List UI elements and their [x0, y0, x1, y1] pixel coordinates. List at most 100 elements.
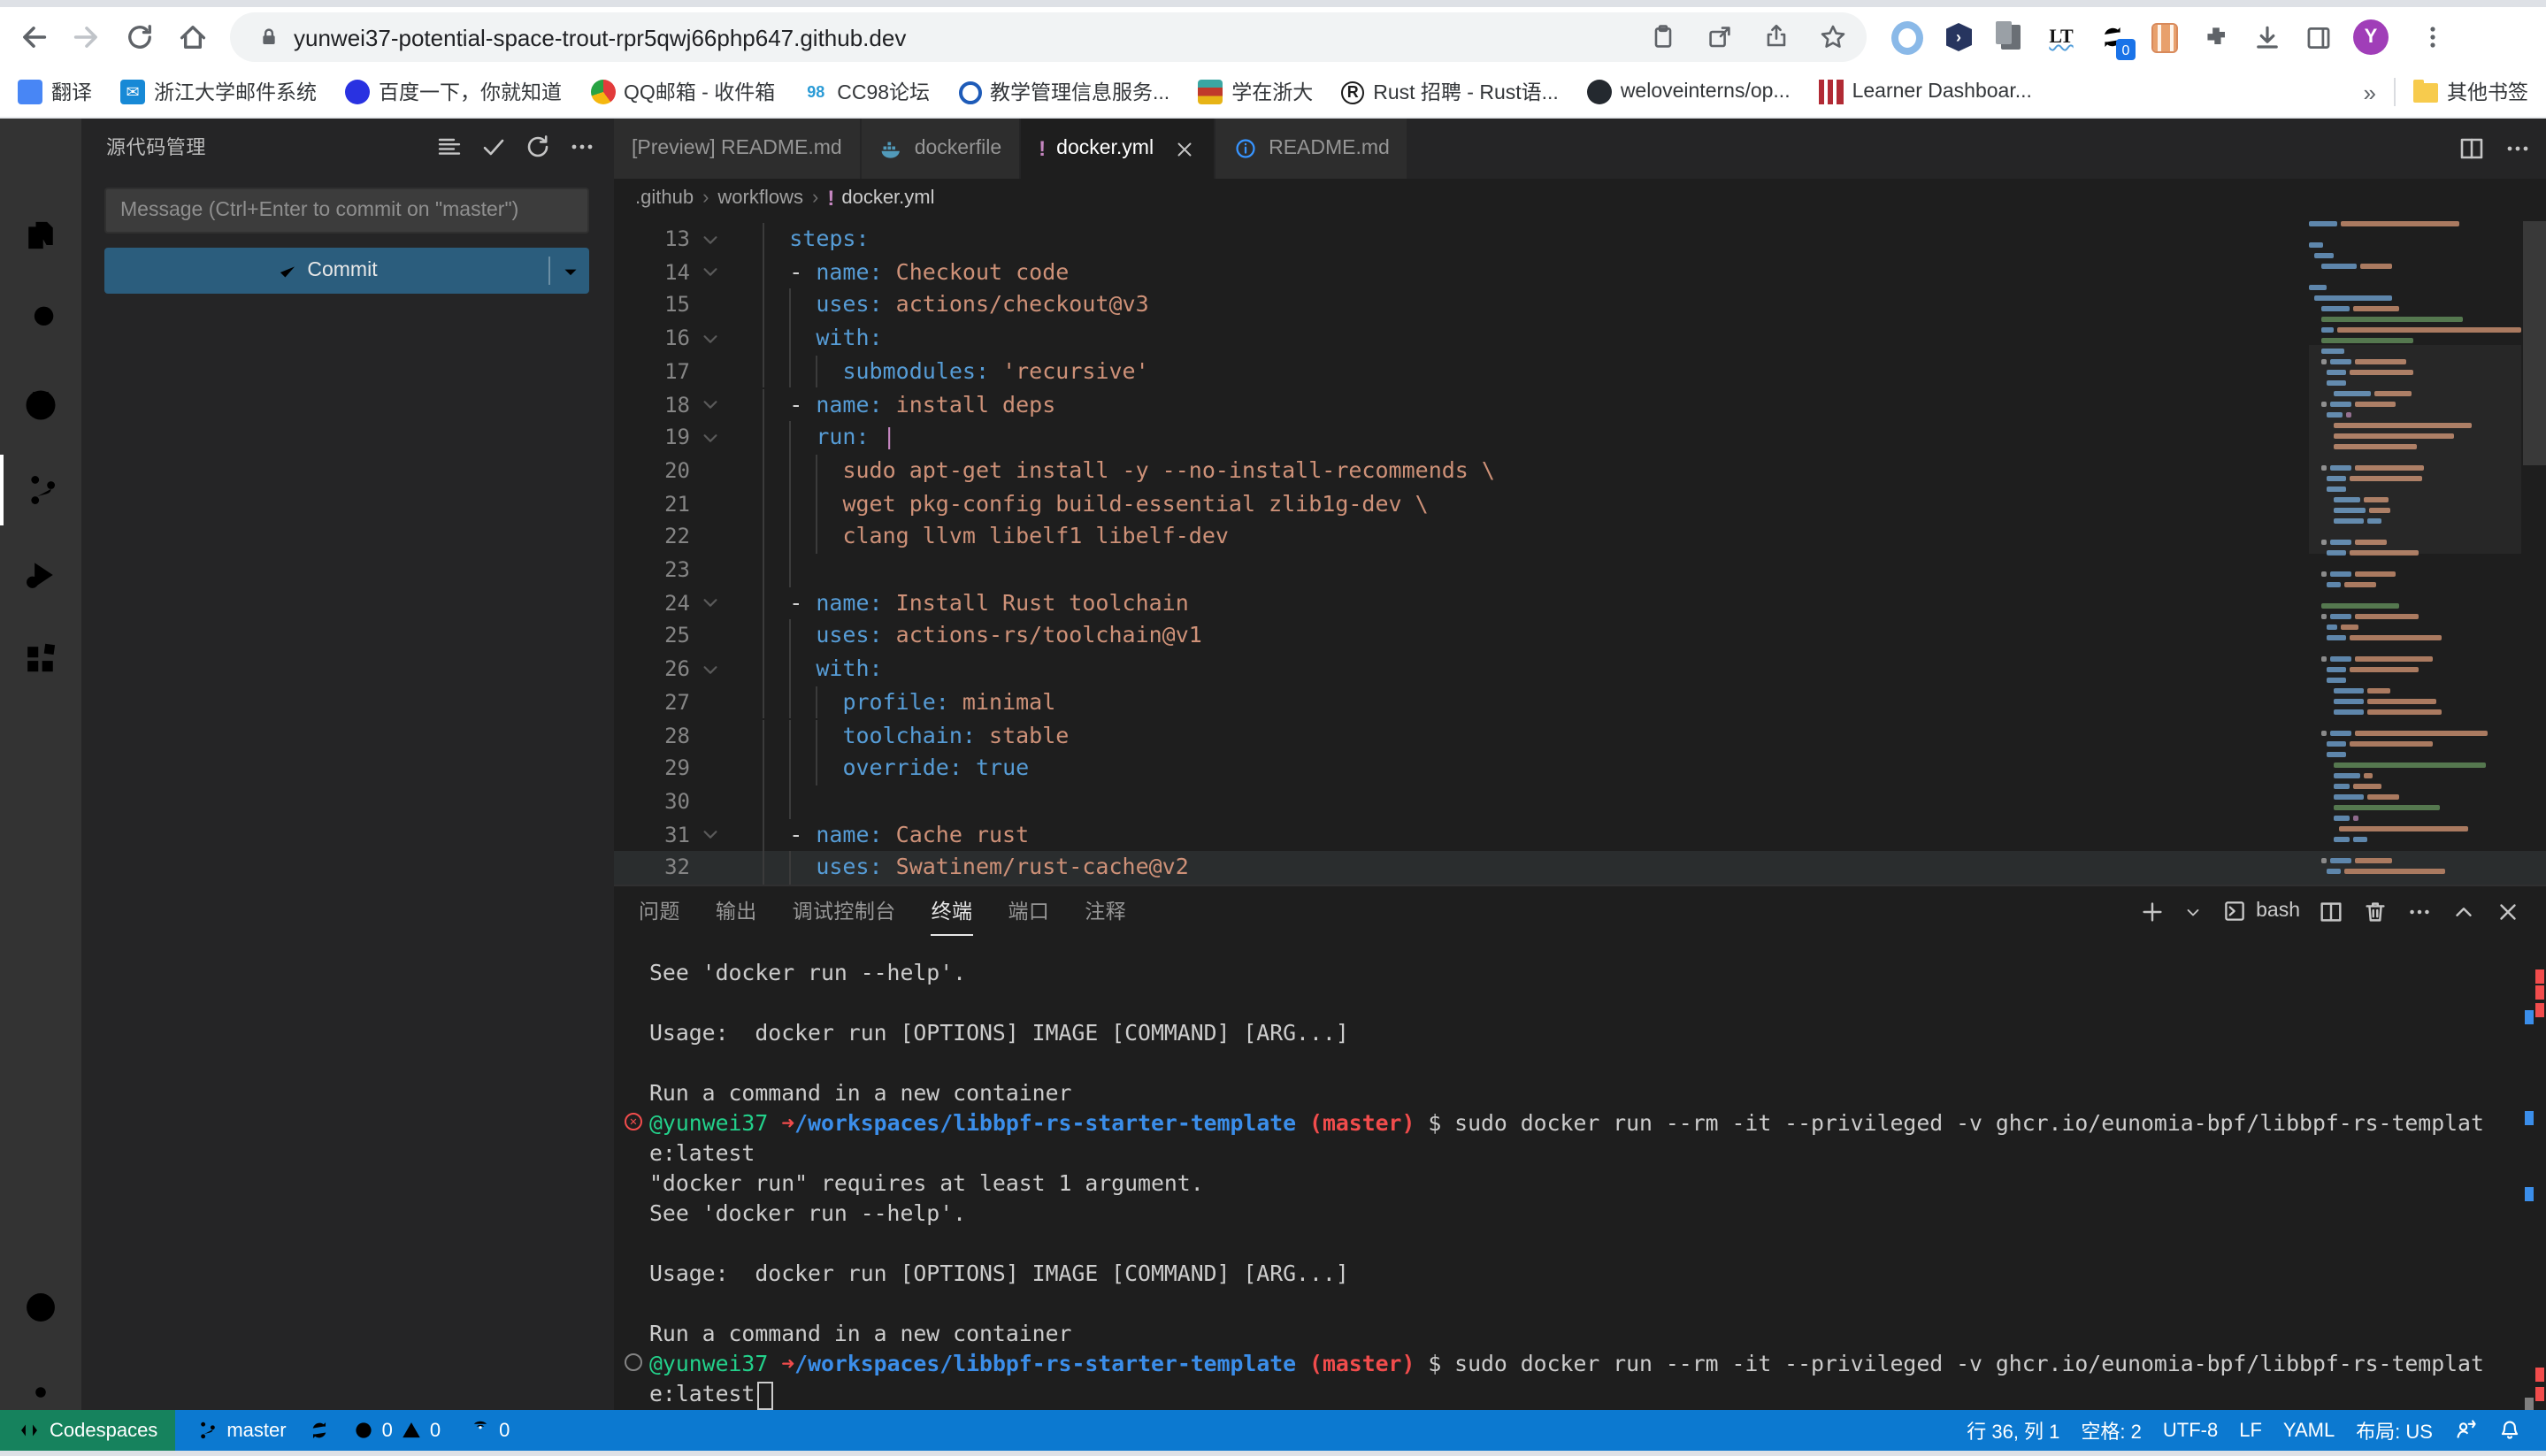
- fold-chevron-icon[interactable]: [699, 824, 720, 845]
- panel-tab-端口[interactable]: 端口: [1008, 886, 1049, 936]
- status-item[interactable]: 空格: 2: [2070, 1410, 2151, 1451]
- tab-readme-md[interactable]: README.md: [1215, 119, 1409, 179]
- bookmark-item[interactable]: 98CC98论坛: [803, 78, 930, 106]
- bookmark-item[interactable]: weloveinterns/op...: [1587, 80, 1791, 104]
- close-panel-icon[interactable]: [2495, 898, 2521, 924]
- breadcrumb[interactable]: .github›workflows› ! docker.yml: [614, 179, 2546, 218]
- reload-icon[interactable]: [120, 18, 159, 57]
- run-debug-icon[interactable]: [0, 540, 81, 610]
- code-line[interactable]: 21 wget pkg-config build-essential zlib1…: [614, 487, 2546, 520]
- code-line[interactable]: 14 - name: Checkout code: [614, 256, 2546, 288]
- commit-check-icon[interactable]: [479, 133, 508, 161]
- bookmark-item[interactable]: 百度一下，你就知道: [345, 78, 562, 106]
- bookmark-item[interactable]: 翻译: [18, 78, 92, 106]
- fold-chevron-icon[interactable]: [699, 228, 720, 249]
- panel-tab-注释[interactable]: 注释: [1085, 886, 1126, 936]
- code-line[interactable]: 29 override: true: [614, 752, 2546, 785]
- shell-selector[interactable]: bash: [2220, 898, 2300, 924]
- open-in-new-icon[interactable]: [1704, 21, 1736, 53]
- languagetool-extension-icon[interactable]: LT: [2045, 21, 2077, 53]
- bookmark-item[interactable]: QQ邮箱 - 收件箱: [590, 78, 775, 106]
- commit-dropdown-chevron[interactable]: [550, 259, 589, 282]
- status-item[interactable]: 布局: US: [2345, 1410, 2443, 1451]
- panel-tab-问题[interactable]: 问题: [639, 886, 680, 936]
- maximize-panel-icon[interactable]: [2450, 898, 2477, 924]
- fold-chevron-icon[interactable]: [699, 327, 720, 349]
- menu-icon[interactable]: [0, 126, 81, 196]
- clipboard-icon[interactable]: [1647, 21, 1679, 53]
- notifications-bell-icon[interactable]: [2488, 1410, 2532, 1451]
- view-as-list-icon[interactable]: [435, 133, 464, 161]
- lock-icon[interactable]: [255, 23, 283, 51]
- tab-docker-yml[interactable]: !docker.yml: [1021, 119, 1215, 179]
- code-line[interactable]: 27 profile: minimal: [614, 686, 2546, 719]
- panel-tab-调试控制台[interactable]: 调试控制台: [793, 886, 896, 936]
- editor-scrollbar[interactable]: [2523, 221, 2546, 465]
- more-actions-icon[interactable]: [568, 133, 596, 161]
- code-line[interactable]: 16 with:: [614, 322, 2546, 355]
- home-icon[interactable]: [173, 18, 212, 57]
- other-bookmarks-button[interactable]: 其他书签: [2413, 78, 2528, 106]
- code-line[interactable]: 24 - name: Install Rust toolchain: [614, 586, 2546, 619]
- share-icon[interactable]: [1760, 21, 1792, 53]
- circle-extension-icon[interactable]: [1891, 21, 1923, 53]
- bookmark-item[interactable]: 学在浙大: [1198, 78, 1313, 106]
- tab-dockerfile[interactable]: dockerfile: [862, 119, 1021, 179]
- kill-terminal-icon[interactable]: [2362, 898, 2389, 924]
- breadcrumb-segment[interactable]: .github: [635, 188, 694, 209]
- new-terminal-icon[interactable]: [2139, 898, 2166, 924]
- status-item[interactable]: LF: [2228, 1410, 2273, 1451]
- commit-message-input[interactable]: Message (Ctrl+Enter to commit on "master…: [104, 188, 589, 234]
- bookmarks-overflow-chevron[interactable]: »: [2364, 79, 2376, 105]
- code-line[interactable]: 23: [614, 554, 2546, 586]
- fold-chevron-icon[interactable]: [699, 261, 720, 282]
- commit-button[interactable]: Commit: [104, 248, 589, 294]
- problems-indicator[interactable]: 0 0: [341, 1410, 452, 1451]
- tab--preview-readme-md[interactable]: [Preview] README.md: [614, 119, 862, 179]
- terminal-dropdown-chevron[interactable]: [2183, 898, 2203, 924]
- explorer-icon[interactable]: [0, 200, 81, 271]
- url-text[interactable]: yunwei37-potential-space-trout-rpr5qwj66…: [294, 24, 1622, 50]
- code-line[interactable]: 32 uses: Swatinem/rust-cache@v2: [614, 852, 2546, 885]
- code-line[interactable]: 15 uses: actions/checkout@v3: [614, 289, 2546, 322]
- bookmark-item[interactable]: ✉浙江大学邮件系统: [120, 78, 317, 106]
- forward-icon[interactable]: [67, 18, 106, 57]
- back-icon[interactable]: [14, 18, 53, 57]
- status-item[interactable]: YAML: [2273, 1410, 2345, 1451]
- address-bar[interactable]: yunwei37-potential-space-trout-rpr5qwj66…: [230, 12, 1867, 62]
- bars-extension-icon[interactable]: [2148, 21, 2180, 53]
- source-control-icon[interactable]: [0, 455, 81, 525]
- extensions-icon[interactable]: [0, 625, 81, 695]
- download-icon[interactable]: [2251, 21, 2282, 53]
- side-panel-icon[interactable]: [2302, 21, 2334, 53]
- breadcrumb-file[interactable]: docker.yml: [841, 188, 934, 209]
- browser-menu-icon[interactable]: [2419, 23, 2447, 51]
- bookmark-item[interactable]: 教学管理信息服务...: [958, 78, 1169, 106]
- account-icon[interactable]: [0, 1272, 81, 1343]
- code-editor[interactable]: 13 steps:14 - name: Checkout code15 uses…: [614, 218, 2546, 885]
- shield-extension-icon[interactable]: ›: [1943, 21, 1975, 53]
- code-line[interactable]: 22 clang llvm libelf1 libelf-dev: [614, 521, 2546, 554]
- search-icon[interactable]: [0, 285, 81, 356]
- split-editor-icon[interactable]: [2458, 134, 2486, 163]
- code-line[interactable]: 13 steps:: [614, 223, 2546, 256]
- bookmark-item[interactable]: Learner Dashboar...: [1819, 80, 2032, 104]
- close-tab-icon[interactable]: [1171, 136, 1196, 161]
- code-line[interactable]: 18 - name: install deps: [614, 388, 2546, 421]
- status-item[interactable]: 行 36, 列 1: [1956, 1410, 2070, 1451]
- fold-chevron-icon[interactable]: [699, 426, 720, 448]
- ports-indicator[interactable]: 0: [458, 1410, 520, 1451]
- fold-chevron-icon[interactable]: [699, 394, 720, 415]
- panel-tab-终端[interactable]: 终端: [932, 886, 973, 936]
- profile-avatar[interactable]: Y: [2353, 19, 2389, 55]
- code-line[interactable]: 30: [614, 785, 2546, 818]
- terminal-output[interactable]: See 'docker run --help'.Usage: docker ru…: [614, 936, 2521, 1410]
- code-line[interactable]: 26 with:: [614, 653, 2546, 686]
- code-line[interactable]: 20 sudo apt-get install -y --no-install-…: [614, 455, 2546, 487]
- split-terminal-icon[interactable]: [2318, 898, 2344, 924]
- sync-extension-icon[interactable]: 0: [2097, 21, 2128, 53]
- pages-extension-icon[interactable]: [1994, 21, 2026, 53]
- panel-more-icon[interactable]: [2406, 898, 2433, 924]
- breadcrumb-segment[interactable]: workflows: [717, 188, 803, 209]
- feedback-icon[interactable]: [2443, 1410, 2488, 1451]
